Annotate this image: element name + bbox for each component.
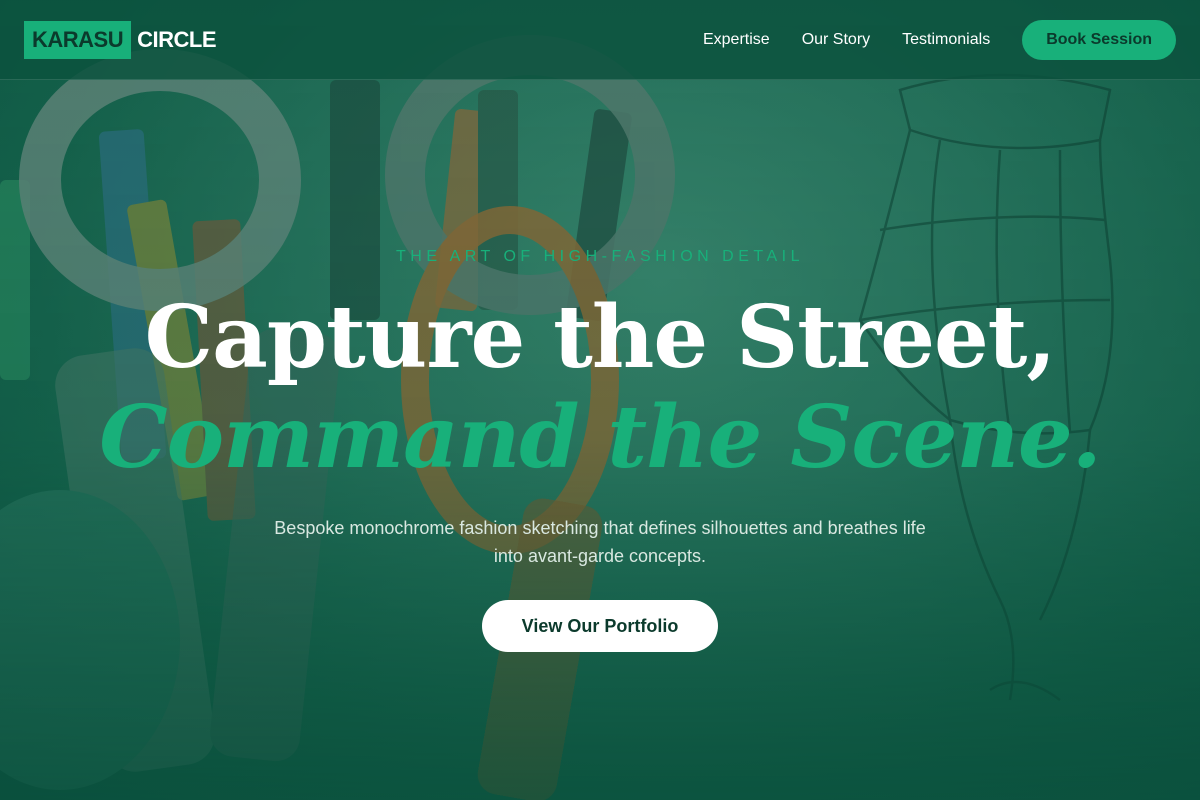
hero-eyebrow: THE ART OF HIGH-FASHION DETAIL: [396, 248, 804, 265]
logo-box-text: KARASU: [24, 20, 132, 59]
nav-link-our-story[interactable]: Our Story: [802, 31, 870, 49]
hero-headline: Capture the Street, Command the Scene.: [0, 288, 1200, 488]
brand-logo[interactable]: KARASU CIRCLE: [24, 20, 217, 59]
hero-section: THE ART OF HIGH-FASHION DETAIL Capture t…: [0, 240, 1200, 652]
headline-line-1: Capture the Street,: [144, 287, 1057, 388]
view-portfolio-button[interactable]: View Our Portfolio: [481, 600, 719, 652]
nav-link-expertise[interactable]: Expertise: [703, 31, 770, 49]
book-session-button[interactable]: Book Session: [1022, 19, 1176, 60]
site-header: KARASU CIRCLE Expertise Our Story Testim…: [0, 0, 1200, 80]
nav-link-testimonials[interactable]: Testimonials: [902, 31, 990, 49]
main-nav: Expertise Our Story Testimonials Book Se…: [703, 19, 1176, 60]
headline-line-2: Command the Scene.: [99, 387, 1101, 488]
hero-description: Bespoke monochrome fashion sketching tha…: [274, 518, 926, 566]
logo-text: CIRCLE: [137, 26, 217, 52]
